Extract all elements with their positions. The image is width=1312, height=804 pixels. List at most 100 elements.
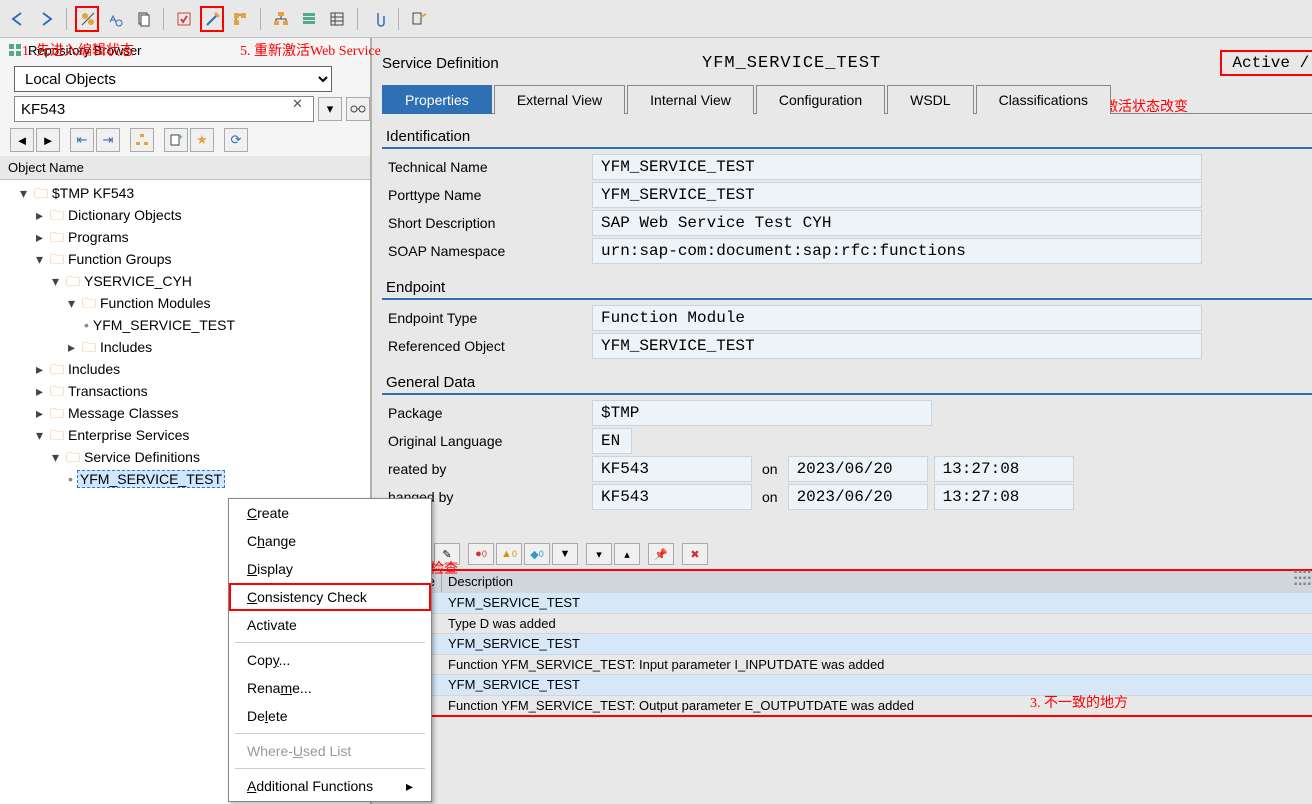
orig-lang-value: EN [592, 428, 632, 454]
activate-icon[interactable] [172, 6, 196, 32]
tree-yservice[interactable]: YSERVICE_CYH [84, 273, 192, 289]
attach-icon[interactable] [366, 6, 390, 32]
where-used-icon[interactable] [228, 6, 252, 32]
list-icon[interactable] [325, 6, 349, 32]
log-filter-icon[interactable]: ▼ [552, 543, 578, 565]
nav-back-icon[interactable]: ◄ [10, 128, 34, 152]
context-menu: Create Change Display Consistency Check … [228, 498, 432, 802]
edit-mode-icon[interactable] [75, 6, 99, 32]
section-endpoint: Endpoint Endpoint TypeFunction Module Re… [382, 277, 1312, 360]
tree-includes-inner[interactable]: Includes [100, 339, 152, 355]
tab-configuration[interactable]: Configuration [756, 85, 885, 114]
ctx-consistency-check[interactable]: Consistency Check [229, 583, 431, 611]
log-pin-icon[interactable]: 📌 [648, 543, 674, 565]
log-col-desc: Description [442, 571, 1312, 592]
glasses-icon[interactable] [346, 97, 370, 121]
forward-icon[interactable] [34, 6, 58, 32]
svg-text:+: + [178, 133, 183, 142]
consistency-log: ▮ ✎ ●0 ▲0 ◆0 ▼ ▾ ▴ 📌 ✖ ypeDescription ◆Y… [382, 541, 1312, 717]
tab-wsdl[interactable]: WSDL [887, 85, 973, 114]
repo-filter-input[interactable] [14, 96, 314, 122]
tab-classifications[interactable]: Classifications [976, 85, 1111, 114]
log-info-icon[interactable]: ◆0 [524, 543, 550, 565]
created-by-value: KF543 [592, 456, 752, 482]
changed-date: 2023/06/20 [788, 484, 928, 510]
section-identification: Identification Technical NameYFM_SERVICE… [382, 126, 1312, 265]
log-warning-icon[interactable]: ▲0 [496, 543, 522, 565]
referenced-object-label: Referenced Object [382, 338, 592, 354]
tree-transactions[interactable]: Transactions [68, 383, 148, 399]
refresh-icon[interactable]: ⟳ [224, 128, 248, 152]
annotation-1: 1. 先进入编辑状态 [22, 40, 134, 60]
log-row[interactable]: Function YFM_SERVICE_TEST: Output parame… [442, 696, 1312, 715]
log-row[interactable]: YFM_SERVICE_TEST [442, 593, 1312, 613]
log-toolbar: ▮ ✎ ●0 ▲0 ◆0 ▼ ▾ ▴ 📌 ✖ [382, 541, 1312, 569]
hierarchy-icon[interactable] [269, 6, 293, 32]
tab-internal-view[interactable]: Internal View [627, 85, 754, 114]
orig-lang-label: Original Language [382, 433, 592, 449]
log-sort-icon[interactable]: ▾ [586, 543, 612, 565]
ctx-copy[interactable]: Copy... [229, 646, 431, 674]
dropdown-icon[interactable]: ▾ [318, 97, 342, 121]
created-by-label: reated by [382, 461, 592, 477]
log-row[interactable]: YFM_SERVICE_TEST [442, 675, 1312, 695]
ctx-activate[interactable]: Activate [229, 611, 431, 639]
clear-icon[interactable]: ✕ [292, 96, 303, 112]
status-badge: Active / revised [1220, 50, 1312, 76]
expand-icon[interactable]: ⇥ [96, 128, 120, 152]
ctx-create[interactable]: Create [229, 499, 431, 527]
tree-root[interactable]: $TMP KF543 [52, 185, 134, 201]
ctx-change[interactable]: Change [229, 527, 431, 555]
log-close-icon[interactable]: ✖ [682, 543, 708, 565]
tab-properties[interactable]: Properties [382, 85, 492, 114]
repo-scope-select[interactable]: Local Objects [14, 66, 332, 92]
technical-name-label: Technical Name [382, 159, 592, 175]
referenced-object-value: YFM_SERVICE_TEST [592, 333, 1202, 359]
tree-enterprise-services[interactable]: Enterprise Services [68, 427, 189, 443]
back-icon[interactable] [6, 6, 30, 32]
ctx-rename[interactable]: Rename... [229, 674, 431, 702]
log-row[interactable]: Type D was added [442, 614, 1312, 633]
ctx-delete[interactable]: Delete [229, 702, 431, 730]
package-value: $TMP [592, 400, 932, 426]
namespace-label: SOAP Namespace [382, 243, 592, 259]
tree-fm-item[interactable]: YFM_SERVICE_TEST [93, 317, 235, 333]
nav-fwd-icon[interactable]: ► [36, 128, 60, 152]
tree-includes[interactable]: Includes [68, 361, 120, 377]
resize-handle-icon[interactable]: ▪▪▪▪▪▪▪▪▪▪▪▪ [1294, 570, 1312, 588]
ctx-display[interactable]: Display [229, 555, 431, 583]
service-name-value: YFM_SERVICE_TEST [692, 50, 1210, 77]
tree-toolbar: ◄ ► ⇤ ⇥ + ★ ⟳ [0, 122, 370, 156]
reactivate-icon[interactable] [200, 6, 224, 32]
log-error-icon[interactable]: ●0 [468, 543, 494, 565]
tree-programs[interactable]: Programs [68, 229, 129, 245]
annotation-5: 5. 重新激活Web Service [240, 40, 381, 60]
tree-dictionary[interactable]: Dictionary Objects [68, 207, 182, 223]
log-table[interactable]: ypeDescription ◆YFM_SERVICE_TEST Type D … [406, 569, 1312, 717]
tab-external-view[interactable]: External View [494, 85, 625, 114]
stack-icon[interactable] [297, 6, 321, 32]
service-detail-panel: Service Definition YFM_SERVICE_TEST Acti… [372, 38, 1312, 804]
namespace-value: urn:sap-com:document:sap:rfc:functions [592, 238, 1202, 264]
tree-function-modules[interactable]: Function Modules [100, 295, 211, 311]
porttype-value: YFM_SERVICE_TEST [592, 182, 1202, 208]
ctx-where-used: Where-Used List [229, 737, 431, 765]
add-fav-icon[interactable]: + [164, 128, 188, 152]
log-row[interactable]: Function YFM_SERVICE_TEST: Input paramet… [442, 655, 1312, 674]
tree-function-groups[interactable]: Function Groups [68, 251, 172, 267]
ctx-additional-functions[interactable]: Additional Functions▸ [229, 772, 431, 801]
settings-icon[interactable] [407, 6, 431, 32]
collapse-icon[interactable]: ⇤ [70, 128, 94, 152]
copy-icon[interactable] [131, 6, 155, 32]
tree-svc-item[interactable]: YFM_SERVICE_TEST [77, 470, 225, 488]
tree-hier-icon[interactable] [130, 128, 154, 152]
main-toolbar [0, 0, 1312, 38]
log-row[interactable]: YFM_SERVICE_TEST [442, 634, 1312, 654]
endpoint-type-value: Function Module [592, 305, 1202, 331]
tree-message-classes[interactable]: Message Classes [68, 405, 179, 421]
favorite-icon[interactable]: ★ [190, 128, 214, 152]
changed-by-value: KF543 [592, 484, 752, 510]
log-up-icon[interactable]: ▴ [614, 543, 640, 565]
tree-service-definitions[interactable]: Service Definitions [84, 449, 200, 465]
check-icon[interactable] [103, 6, 127, 32]
